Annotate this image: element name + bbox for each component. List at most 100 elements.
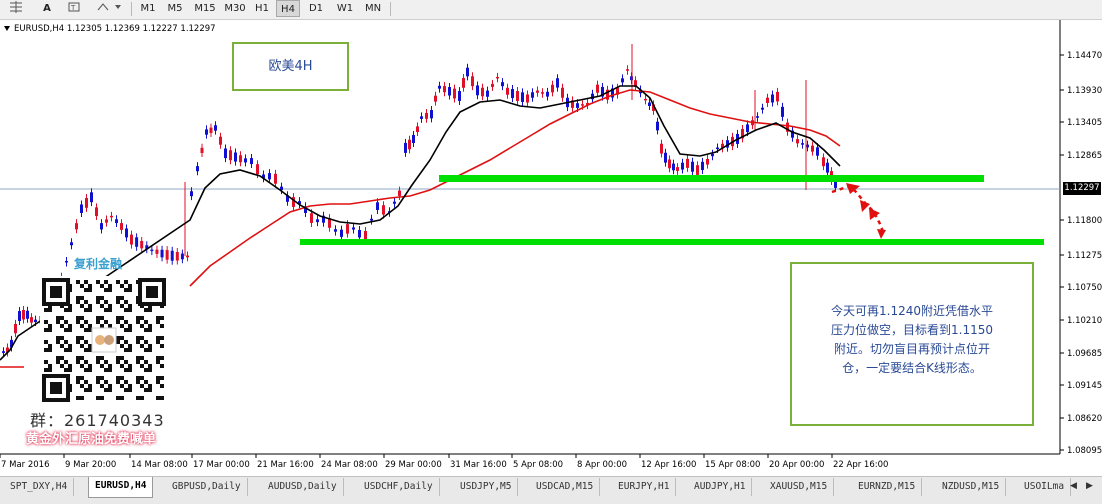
timeframe-mn[interactable]: MN — [360, 0, 386, 17]
tab-usoil[interactable]: USOILma — [1018, 478, 1071, 496]
candle-body — [536, 90, 539, 93]
timeframe-m15[interactable]: M15 — [191, 0, 219, 17]
price-tick-label: 1.09685 — [1067, 349, 1102, 359]
candle-body — [14, 323, 17, 334]
candle-body — [506, 87, 509, 95]
timeframe-d1[interactable]: D1 — [305, 0, 327, 17]
label-tool-icon[interactable]: T — [64, 0, 84, 17]
timeframe-m30[interactable]: M30 — [221, 0, 249, 17]
candle-body — [334, 229, 337, 232]
candle-body — [466, 67, 469, 77]
candle-body — [190, 191, 193, 197]
timeframe-h4[interactable]: H4 — [276, 0, 300, 17]
tab-nzdusd[interactable]: NZDUSD,M15 — [936, 478, 1007, 496]
candle-body — [115, 219, 118, 224]
candle-body — [80, 204, 83, 213]
candle-body — [224, 148, 227, 159]
time-tick-label: 5 Apr 08:00 — [513, 460, 563, 470]
candle-body — [596, 84, 599, 93]
price-tick-label: 1.10210 — [1067, 316, 1102, 326]
comment-line: 压力位做空，目标看到1.1150 — [831, 323, 993, 337]
candle-body — [22, 309, 25, 320]
price-tick-label: 1.08620 — [1067, 414, 1102, 424]
candle-body — [358, 229, 361, 238]
time-axis-ticks: 7 Mar 2016 9 Mar 20:00 14 Mar 08:00 17 Mar … — [0, 454, 888, 470]
candle-body — [398, 190, 401, 196]
arrows-tool-icon[interactable] — [94, 0, 122, 17]
analysis-comment-box[interactable]: 今天可再1.1240附近凭借水平 压力位做空，目标看到1.1150 附近。切勿盲… — [790, 262, 1034, 426]
candle-body — [105, 219, 108, 223]
tab-eurjpy[interactable]: EURJPY,H1 — [612, 478, 677, 496]
price-tick-label: 1.10750 — [1067, 283, 1102, 293]
candle-body — [160, 249, 164, 258]
timeframe-m5[interactable]: M5 — [163, 0, 187, 17]
tab-audusd[interactable]: AUDUSD,Daily — [262, 478, 344, 496]
candle-body — [256, 164, 259, 175]
candle-body — [155, 249, 159, 254]
time-tick-label: 12 Apr 16:00 — [641, 460, 696, 470]
tab-audjpy[interactable]: AUDJPY,H1 — [688, 478, 753, 496]
tab-eurusd[interactable]: EURUSD,H4 — [88, 477, 154, 498]
candle-body — [801, 143, 804, 145]
candle-body — [170, 250, 174, 261]
watermark-promo: 黄金外汇原油免费喊单 — [26, 432, 157, 447]
dropdown-icon — [4, 26, 10, 31]
tab-eurnzd[interactable]: EURNZD,M15 — [852, 478, 923, 496]
price-tick-label: 1.14470 — [1067, 51, 1102, 61]
time-tick-label: 22 Apr 16:00 — [833, 460, 888, 470]
candle-body — [453, 88, 456, 99]
candle-body — [481, 87, 484, 97]
candle-body — [180, 253, 184, 260]
candle-body — [811, 145, 814, 152]
candle-body — [561, 87, 564, 98]
candle-body — [205, 129, 208, 135]
price-tick-label: 1.13930 — [1067, 86, 1102, 96]
candle-body — [711, 153, 714, 157]
tab-gbpusd[interactable]: GBPUSD,Daily — [166, 478, 248, 496]
candle-body — [268, 173, 271, 180]
tab-usdcad[interactable]: USDCAD,M15 — [530, 478, 601, 496]
price-tick-label: 1.11275 — [1067, 251, 1102, 261]
chart-toolbar: A T M1 M5 M15 M30 H1 H4 D1 W1 MN — [0, 0, 1102, 20]
crosshair-lines-icon[interactable] — [6, 0, 26, 17]
price-tick-label: 1.09145 — [1067, 381, 1102, 391]
text-tool-icon[interactable]: A — [38, 0, 56, 17]
timeframe-m1[interactable]: M1 — [136, 0, 160, 17]
candle-body — [701, 161, 704, 171]
tab-scroll-left-icon[interactable]: ◀ — [1070, 481, 1077, 491]
candle-body — [209, 127, 213, 133]
candle-body — [130, 234, 133, 245]
candle-body — [531, 92, 534, 98]
candle-body — [2, 351, 5, 353]
toolbar-separator — [390, 2, 391, 16]
comment-line: 附近。切勿盲目再预计点位开 — [833, 342, 990, 356]
timeframe-h1[interactable]: H1 — [251, 0, 273, 17]
candle-body — [100, 223, 103, 230]
candle-body — [448, 87, 451, 96]
price-chart[interactable]: 1.14470 1.13930 1.13405 1.12865 1.11800 1.112… — [0, 20, 1102, 474]
candle-body — [18, 311, 21, 322]
tab-usdchf[interactable]: USDCHF,Daily — [358, 478, 440, 496]
candle-body — [781, 106, 784, 117]
candle-body — [214, 125, 217, 131]
watermark-brand: 复利金融 — [74, 257, 123, 271]
tab-usdjpy[interactable]: USDJPY,M5 — [454, 478, 519, 496]
tab-xauusd[interactable]: XAUUSD,M15 — [764, 478, 835, 496]
candle-body — [425, 112, 428, 119]
tab-scroll-right-icon[interactable]: ▶ — [1086, 481, 1093, 491]
timeframe-w1[interactable]: W1 — [334, 0, 356, 17]
candle-body — [581, 104, 584, 106]
current-price-label: 1.12297 — [1063, 182, 1101, 195]
annotation-title-box[interactable]: 欧美4H — [232, 42, 349, 91]
tab-spt-dxy[interactable]: SPT_DXY,H4 — [4, 478, 75, 496]
candle-body — [626, 69, 629, 71]
time-tick-label: 17 Mar 00:00 — [193, 460, 250, 470]
candle-body — [822, 157, 825, 167]
candle-body — [443, 86, 446, 93]
candle-body — [234, 152, 237, 162]
candle-body — [546, 91, 549, 97]
candle-body — [716, 147, 719, 150]
time-tick-label: 20 Apr 00:00 — [769, 460, 824, 470]
candle-body — [75, 223, 78, 230]
symbol-header-text: EURUSD,H4 1.12305 1.12369 1.12227 1.1229… — [14, 24, 216, 34]
